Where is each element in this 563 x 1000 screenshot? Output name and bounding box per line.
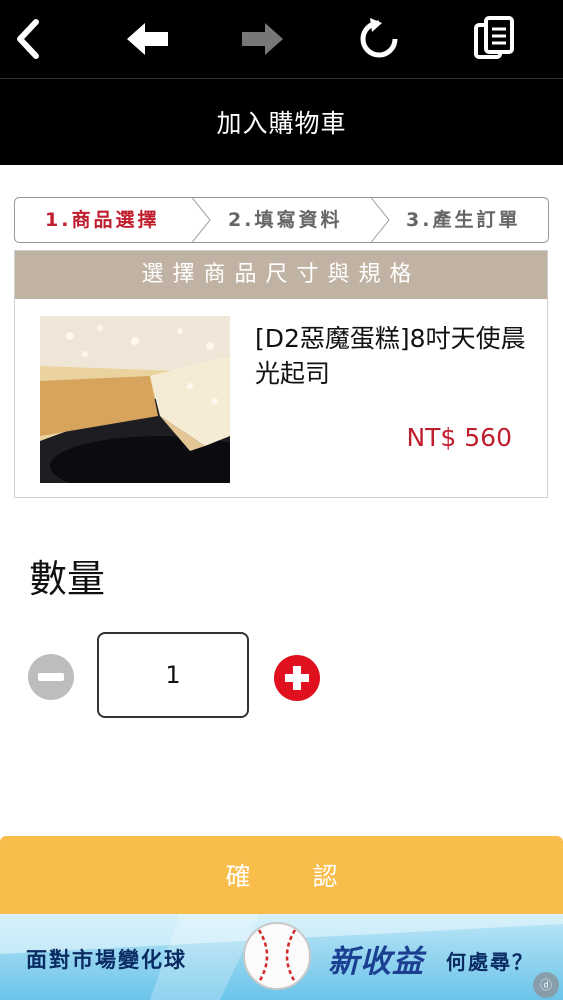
arrow-right-icon[interactable] xyxy=(222,0,302,78)
product-price: NT$ 560 xyxy=(406,423,512,452)
quantity-title: 數量 xyxy=(29,557,106,601)
quantity-input[interactable]: 1 xyxy=(97,632,249,718)
increase-quantity-button[interactable] xyxy=(274,655,320,701)
arrow-left-icon[interactable] xyxy=(108,0,188,78)
banner-right-text: 何處尋？ xyxy=(446,950,534,974)
baseball-icon xyxy=(243,922,311,990)
panel-heading: 選擇商品尺寸與規格 xyxy=(15,251,547,299)
page-title: 加入購物車 xyxy=(0,79,563,165)
minus-icon xyxy=(38,673,64,681)
decrease-quantity-button[interactable] xyxy=(28,654,74,700)
reload-icon[interactable] xyxy=(339,0,419,78)
confirm-button[interactable]: 確認 xyxy=(0,836,563,914)
step-1-select-product: 1.商品選擇 xyxy=(45,209,160,231)
step-2-fill-info: 2.填寫資料 xyxy=(228,209,343,231)
copy-document-icon[interactable] xyxy=(454,0,534,78)
top-toolbar xyxy=(0,0,563,79)
banner-left-text: 面對市場變化球 xyxy=(26,948,187,972)
product-panel: 選擇商品尺寸與規格 [D2惡魔蛋糕]8吋天使晨光起司 NT$ 560 xyxy=(14,250,548,498)
plus-icon xyxy=(285,666,309,690)
step-indicator: 1.商品選擇 2.填寫資料 3.產生訂單 xyxy=(14,197,549,243)
ad-banner[interactable]: 面對市場變化球 新收益 何處尋？ ⓓ xyxy=(0,914,563,1000)
chevron-left-icon[interactable] xyxy=(0,0,68,78)
banner-highlight-text: 新收益 xyxy=(328,944,424,980)
step-3-create-order: 3.產生訂單 xyxy=(406,209,521,231)
product-name: [D2惡魔蛋糕]8吋天使晨光起司 xyxy=(255,324,526,388)
ad-info-icon[interactable]: ⓓ xyxy=(533,972,559,998)
product-image[interactable] xyxy=(40,316,230,483)
